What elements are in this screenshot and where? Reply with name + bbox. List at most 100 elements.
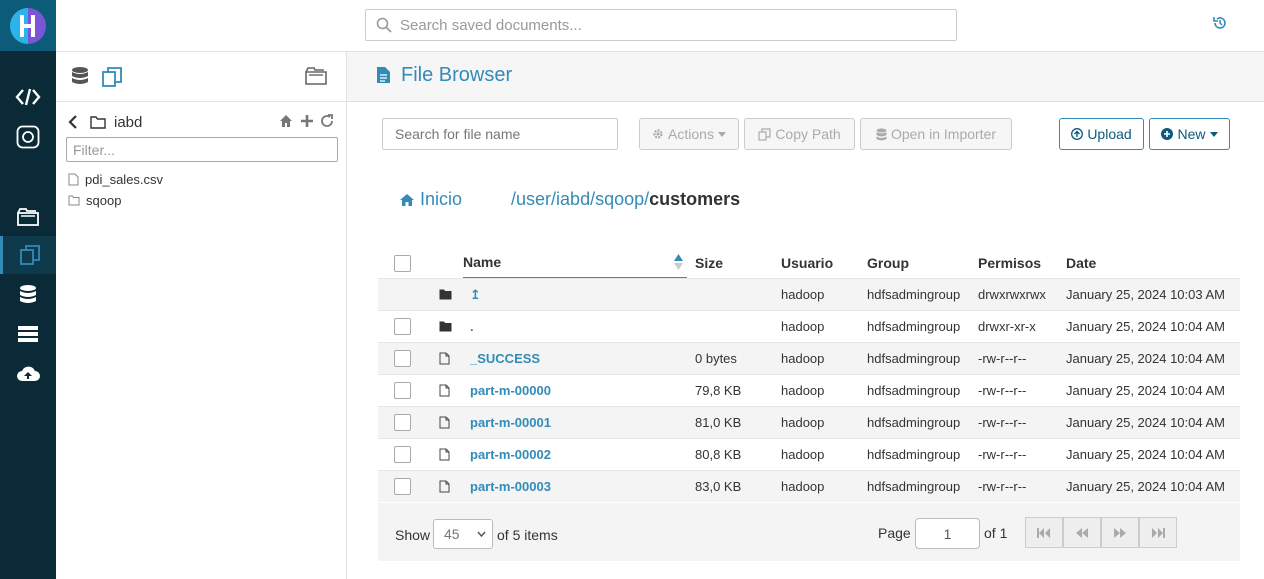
page-number-input[interactable]: 1 bbox=[915, 518, 980, 549]
file-name-link[interactable]: ↥ bbox=[470, 279, 481, 310]
file-name-link[interactable]: . bbox=[470, 311, 474, 342]
database-icon[interactable] bbox=[71, 66, 89, 86]
table-row[interactable]: ↥ hadoop hdfsadmingroup drwxrwxrwx January 2… bbox=[378, 278, 1240, 310]
breadcrumb-home-label: Inicio bbox=[420, 189, 463, 209]
file-date: January 25, 2024 10:04 AM bbox=[1066, 351, 1226, 366]
file-icon bbox=[439, 375, 450, 406]
home-icon[interactable] bbox=[279, 114, 293, 128]
documents-icon[interactable] bbox=[0, 198, 56, 236]
page-size-value: 45 bbox=[444, 526, 460, 542]
file-browser-icon[interactable] bbox=[0, 236, 56, 274]
new-button-label: New bbox=[1177, 126, 1206, 142]
jobs-icon[interactable] bbox=[0, 315, 56, 353]
table-header: Name Size Usuario Group Permisos Date bbox=[378, 246, 1240, 280]
file-icon bbox=[68, 173, 79, 185]
documents-icon[interactable] bbox=[304, 66, 328, 86]
upload-circle-icon bbox=[1071, 128, 1084, 140]
last-page-icon bbox=[1152, 527, 1165, 538]
file-group: hdfsadmingroup bbox=[867, 287, 961, 302]
back-chevron-icon[interactable] bbox=[68, 114, 78, 130]
file-permissions: -rw-r--r-- bbox=[978, 383, 1027, 398]
rewind-icon bbox=[1076, 527, 1088, 538]
file-search-input[interactable]: Search for file name bbox=[382, 118, 618, 150]
assist-folder-name: iabd bbox=[114, 113, 143, 131]
global-search-placeholder: Search saved documents... bbox=[400, 16, 582, 34]
file-date: January 25, 2024 10:04 AM bbox=[1066, 319, 1226, 334]
page-total: of 1 bbox=[984, 525, 1008, 541]
file-group: hdfsadmingroup bbox=[867, 351, 961, 366]
column-header-size[interactable]: Size bbox=[695, 246, 723, 280]
row-checkbox[interactable] bbox=[394, 439, 411, 470]
global-search-input[interactable]: Search saved documents... bbox=[365, 9, 957, 41]
row-checkbox[interactable] bbox=[394, 471, 411, 502]
row-checkbox[interactable] bbox=[394, 407, 411, 438]
add-icon[interactable] bbox=[300, 114, 314, 128]
open-in-importer-button[interactable]: Open in Importer bbox=[860, 118, 1012, 150]
row-checkbox[interactable] bbox=[394, 343, 411, 374]
plus-circle-icon bbox=[1161, 128, 1174, 140]
page-size-select[interactable]: 45 bbox=[433, 519, 493, 549]
file-document-icon bbox=[376, 66, 391, 84]
page-number-value: 1 bbox=[943, 525, 952, 542]
file-name-link[interactable]: part-m-00000 bbox=[470, 375, 551, 406]
table-row[interactable]: part-m-00003 83,0 KB hadoop hdfsadmingroup -… bbox=[378, 470, 1240, 502]
last-page-button[interactable] bbox=[1139, 517, 1177, 548]
breadcrumb-current: customers bbox=[649, 189, 741, 209]
first-page-icon bbox=[1037, 527, 1050, 538]
importer-icon[interactable] bbox=[0, 355, 56, 393]
actions-button[interactable]: Actions bbox=[639, 118, 739, 150]
file-icon bbox=[439, 471, 450, 502]
file-permissions: -rw-r--r-- bbox=[978, 447, 1027, 462]
column-header-name-label: Name bbox=[463, 253, 502, 270]
table-row[interactable]: part-m-00001 81,0 KB hadoop hdfsadmingroup -… bbox=[378, 406, 1240, 438]
file-name-link[interactable]: part-m-00001 bbox=[470, 407, 551, 438]
table-row[interactable]: . hadoop hdfsadmingroup drwxr-xr-x January 2… bbox=[378, 310, 1240, 342]
file-permissions: -rw-r--r-- bbox=[978, 415, 1027, 430]
files-icon[interactable] bbox=[101, 66, 123, 88]
table-row[interactable]: part-m-00002 80,8 KB hadoop hdfsadmingroup -… bbox=[378, 438, 1240, 470]
column-header-date[interactable]: Date bbox=[1066, 246, 1096, 280]
editor-icon[interactable] bbox=[0, 78, 56, 116]
assist-entry-folder[interactable]: sqoop bbox=[68, 191, 121, 209]
file-user: hadoop bbox=[781, 383, 825, 398]
folder-icon bbox=[439, 311, 452, 342]
folder-icon bbox=[439, 279, 452, 310]
page-title: File Browser bbox=[401, 64, 513, 86]
select-all-checkbox[interactable] bbox=[394, 246, 411, 280]
breadcrumb-segment[interactable]: sqoop bbox=[595, 189, 644, 209]
next-page-button[interactable] bbox=[1101, 517, 1139, 548]
tables-icon[interactable] bbox=[0, 276, 56, 314]
notebook-icon[interactable] bbox=[0, 118, 56, 156]
refresh-icon[interactable] bbox=[320, 114, 334, 128]
new-button[interactable]: New bbox=[1149, 118, 1230, 150]
file-date: January 25, 2024 10:04 AM bbox=[1066, 479, 1226, 494]
copy-path-button-label: Copy Path bbox=[775, 126, 841, 142]
breadcrumb-segment[interactable]: user bbox=[516, 189, 551, 209]
file-name-link[interactable]: part-m-00003 bbox=[470, 471, 551, 502]
row-checkbox[interactable] bbox=[394, 375, 411, 406]
file-user: hadoop bbox=[781, 287, 825, 302]
file-name-link[interactable]: part-m-00002 bbox=[470, 439, 551, 470]
column-header-user[interactable]: Usuario bbox=[781, 246, 833, 280]
column-header-permissions[interactable]: Permisos bbox=[978, 246, 1041, 280]
column-header-group[interactable]: Group bbox=[867, 246, 909, 280]
chevron-down-icon bbox=[477, 531, 486, 537]
first-page-button[interactable] bbox=[1025, 517, 1063, 548]
hue-logo[interactable] bbox=[0, 0, 56, 51]
copy-path-button[interactable]: Copy Path bbox=[744, 118, 855, 150]
folder-icon bbox=[90, 116, 106, 129]
breadcrumb-home[interactable]: Inicio bbox=[399, 189, 462, 210]
file-name-link[interactable]: _SUCCESS bbox=[470, 343, 540, 374]
file-user: hadoop bbox=[781, 415, 825, 430]
assist-entry-file[interactable]: pdi_sales.csv bbox=[68, 170, 163, 188]
table-row[interactable]: _SUCCESS 0 bytes hadoop hdfsadmingroup -rw-r… bbox=[378, 342, 1240, 374]
column-header-name[interactable]: Name bbox=[463, 246, 687, 279]
history-icon[interactable] bbox=[1212, 15, 1228, 31]
row-checkbox[interactable] bbox=[394, 311, 411, 342]
table-row[interactable]: part-m-00000 79,8 KB hadoop hdfsadmingroup -… bbox=[378, 374, 1240, 406]
breadcrumb-segment[interactable]: iabd bbox=[556, 189, 590, 209]
previous-page-button[interactable] bbox=[1063, 517, 1101, 548]
upload-button[interactable]: Upload bbox=[1059, 118, 1144, 150]
file-date: January 25, 2024 10:04 AM bbox=[1066, 415, 1226, 430]
assist-filter-input[interactable]: Filter... bbox=[66, 137, 338, 162]
